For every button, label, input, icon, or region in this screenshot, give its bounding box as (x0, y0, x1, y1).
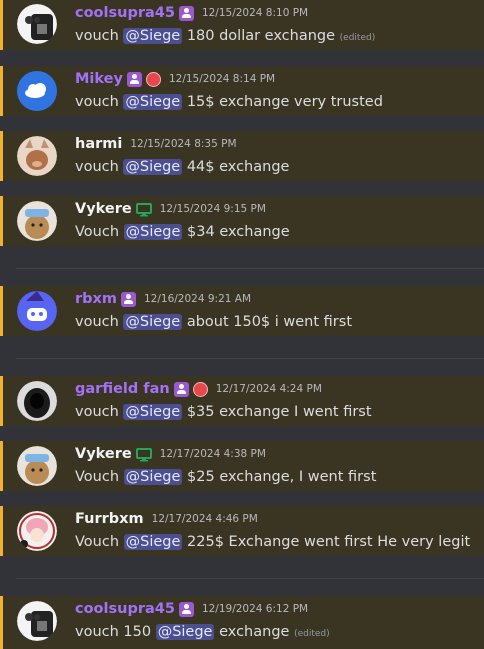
timestamp: 12/17/2024 4:46 PM (151, 513, 258, 525)
mention[interactable]: @Siege (123, 159, 183, 175)
message-text-after: 44$ exchange (186, 159, 290, 175)
timestamp: 12/15/2024 8:14 PM (168, 73, 276, 85)
username[interactable]: Furrbxm (75, 511, 144, 527)
role-icon[interactable] (178, 601, 194, 617)
username[interactable]: Vykere (75, 446, 132, 462)
message-item[interactable]: Vykere 12/17/2024 4:38 PM Vouch @Siege $… (0, 441, 484, 491)
message-item[interactable]: Furrbxm 12/17/2024 4:46 PM Vouch @Siege … (0, 506, 484, 556)
message-item[interactable]: garfield fan 12/17/2024 4:24 PM vouch @S… (0, 376, 484, 426)
username[interactable]: Mikey (75, 71, 123, 87)
message-text: Vouch @Siege 225$ Exchange went first He… (75, 534, 470, 550)
dog-avatar[interactable] (17, 201, 57, 241)
message-text: vouch @Siege 180 dollar exchange (edited… (75, 28, 375, 44)
message-text-before: Vouch (75, 534, 120, 550)
username[interactable]: harmi (75, 136, 122, 152)
message-item[interactable]: harmi 12/15/2024 8:35 PM vouch @Siege 44… (0, 131, 484, 181)
timestamp: 12/16/2024 9:21 AM (144, 293, 252, 305)
mention[interactable]: @Siege (123, 224, 183, 240)
mention[interactable]: @Siege (123, 404, 183, 420)
message-text: Vouch @Siege $25 exchange, I went first (75, 469, 376, 485)
username[interactable]: coolsupra45 (75, 5, 175, 21)
ghost-avatar[interactable] (17, 601, 57, 641)
timestamp: 12/17/2024 4:38 PM (159, 448, 266, 460)
mention[interactable]: @Siege (123, 94, 183, 110)
hooded-avatar[interactable] (17, 381, 57, 421)
message-text-after: 15$ exchange very trusted (186, 94, 383, 110)
message-item[interactable]: rbxm 12/16/2024 9:21 AM vouch @Siege abo… (0, 286, 484, 336)
cat-avatar[interactable] (17, 136, 57, 176)
message-text: vouch @Siege $35 exchange I went first (75, 404, 372, 420)
message-text-before: vouch (75, 159, 119, 175)
edited-label: (edited) (294, 629, 330, 639)
message-text-before: vouch (75, 314, 119, 330)
timestamp: 12/17/2024 4:24 PM (215, 383, 322, 395)
message-text-after: about 150$ i went first (186, 314, 353, 330)
message-text-after: $34 exchange (187, 224, 290, 240)
monitor-icon[interactable] (135, 447, 152, 462)
message-text-before: vouch (75, 404, 119, 420)
message-text-before: vouch 150 (75, 624, 152, 640)
message-text-after: 180 dollar exchange (186, 28, 336, 44)
message-text-after: $35 exchange I went first (186, 404, 372, 420)
message-text-before: Vouch (75, 224, 120, 240)
timestamp: 12/15/2024 8:35 PM (130, 138, 237, 150)
message-text: vouch 150 @Siege exchange (edited) (75, 624, 330, 640)
mention[interactable]: @Siege (123, 469, 183, 485)
message-text: Vouch @Siege $34 exchange (75, 224, 290, 240)
role-icon[interactable] (173, 381, 189, 397)
message-item[interactable]: coolsupra45 12/19/2024 6:12 PM vouch 150… (0, 596, 484, 649)
timestamp: 12/15/2024 8:10 PM (201, 7, 309, 19)
timestamp: 12/19/2024 6:12 PM (201, 603, 309, 615)
message-text-after: $25 exchange, I went first (187, 469, 377, 485)
mention[interactable]: @Siege (123, 314, 183, 330)
role-icon[interactable] (126, 71, 142, 87)
role-icon[interactable] (121, 291, 136, 307)
message-text-after: exchange (219, 624, 290, 640)
dog-avatar[interactable] (17, 446, 57, 486)
message-text-before: vouch (75, 94, 119, 110)
anime-avatar[interactable] (17, 511, 57, 551)
message-text: vouch @Siege 15$ exchange very trusted (75, 94, 383, 110)
divider (16, 578, 484, 579)
message-text-before: vouch (75, 28, 119, 44)
message-text-after: 225$ Exchange went first He very legit (187, 534, 471, 550)
message-text: vouch @Siege about 150$ i went first (75, 314, 352, 330)
username[interactable]: Vykere (75, 201, 132, 217)
divider (16, 268, 484, 269)
cloudflare-avatar[interactable] (17, 71, 57, 111)
discord-wizard-avatar[interactable] (17, 291, 57, 331)
monitor-icon[interactable] (135, 202, 152, 217)
divider (16, 358, 484, 359)
username[interactable]: garfield fan (75, 381, 170, 397)
timestamp: 12/15/2024 9:15 PM (159, 203, 266, 215)
message-item[interactable]: Vykere 12/15/2024 9:15 PM Vouch @Siege $… (0, 196, 484, 246)
globe-icon[interactable] (145, 71, 161, 87)
username[interactable]: coolsupra45 (75, 601, 175, 617)
edited-label: (edited) (339, 33, 376, 43)
role-icon[interactable] (178, 5, 194, 21)
mention[interactable]: @Siege (123, 534, 183, 550)
globe-icon[interactable] (192, 381, 208, 397)
mention[interactable]: @Siege (123, 28, 183, 44)
ghost-avatar[interactable] (17, 4, 57, 44)
mention[interactable]: @Siege (155, 624, 215, 640)
message-item[interactable]: Mikey 12/15/2024 8:14 PM vouch @Siege 15… (0, 66, 484, 116)
message-text: vouch @Siege 44$ exchange (75, 159, 289, 175)
message-text-before: Vouch (75, 469, 120, 485)
username[interactable]: rbxm (75, 291, 117, 307)
message-item[interactable]: coolsupra45 12/15/2024 8:10 PM vouch @Si… (0, 0, 484, 50)
